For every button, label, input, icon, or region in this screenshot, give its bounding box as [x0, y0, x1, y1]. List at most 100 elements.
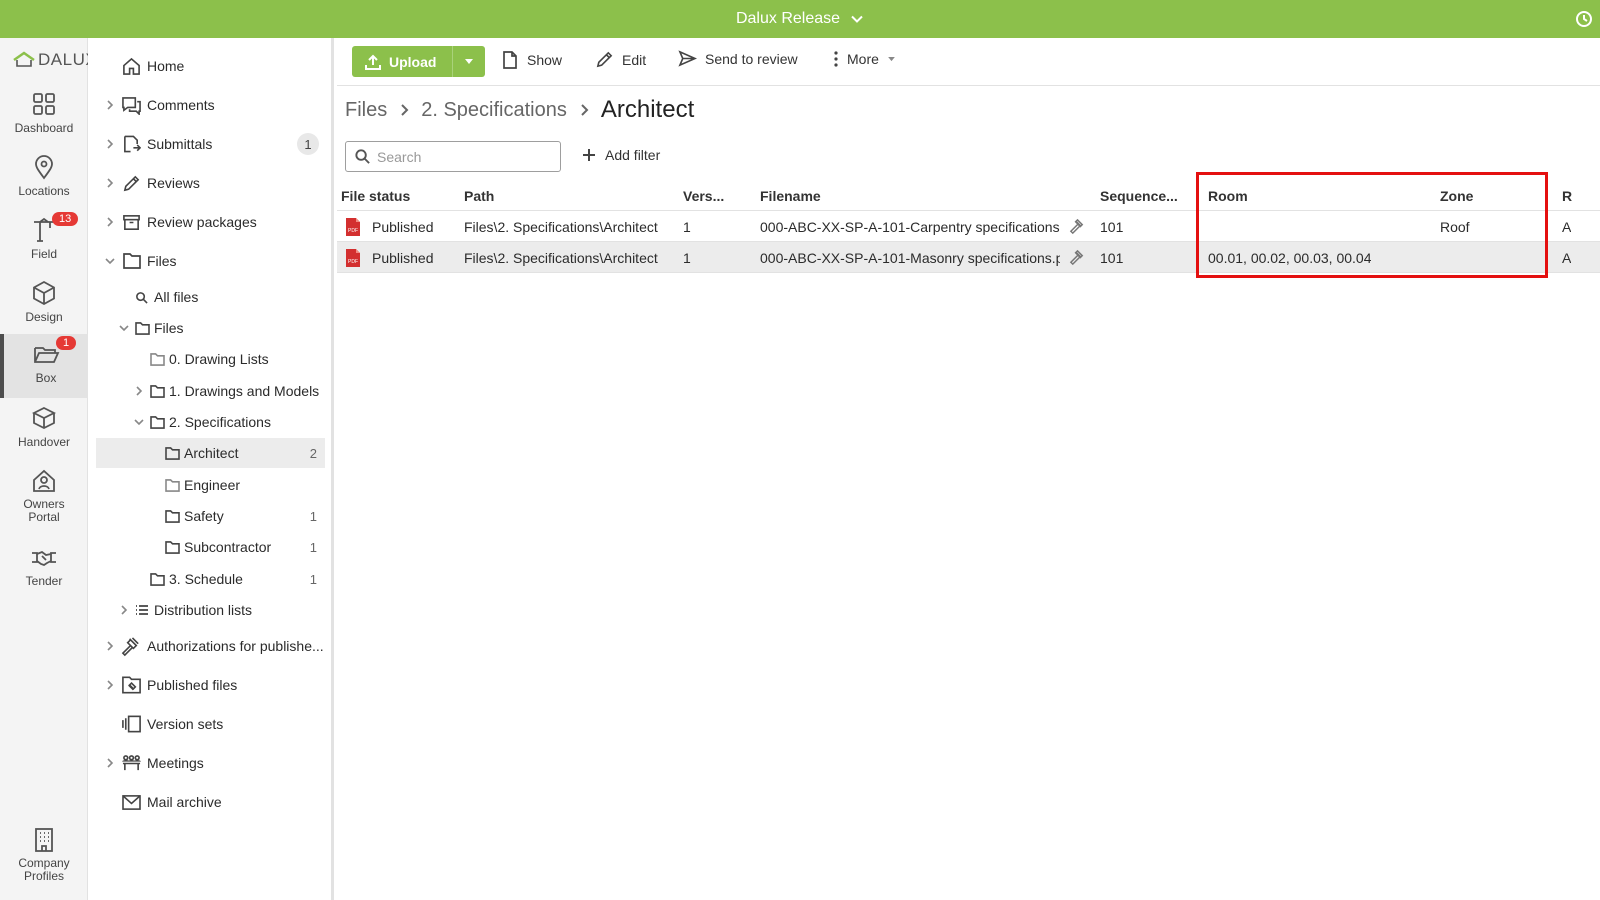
filename-cell[interactable]: 000-ABC-XX-SP-A-101-Carpentry specificat… [760, 211, 1060, 242]
send-to-review-label: Send to review [705, 50, 798, 67]
folder-tree-sidebar: Home Comments Submittals 1 Reviews Revie… [88, 38, 334, 900]
chevron-right-icon[interactable] [104, 640, 116, 652]
tree-label: Submittals [147, 136, 213, 152]
tree-label: Reviews [147, 175, 200, 191]
tree-label: Safety [184, 508, 224, 524]
tree-label: Engineer [184, 477, 241, 493]
column-header-room[interactable]: Room [1208, 180, 1248, 211]
column-header-zone[interactable]: Zone [1440, 180, 1473, 211]
hammer-icon[interactable] [1069, 249, 1086, 266]
tree-item-engineer[interactable]: Engineer [88, 470, 331, 500]
box-badge: 1 [56, 336, 77, 350]
upload-button[interactable]: Upload [352, 46, 453, 77]
tree-item-safety[interactable]: Safety 1 [88, 501, 331, 531]
send-to-review-button[interactable]: Send to review [678, 50, 798, 67]
tree-item-review-packages[interactable]: Review packages [88, 207, 331, 237]
table-header: File status Path Vers... Filename Sequen… [337, 180, 1600, 211]
submittal-document-icon [124, 135, 141, 153]
upload-dropdown-button[interactable] [452, 46, 486, 77]
search-input[interactable] [377, 148, 547, 165]
upload-split-button: Upload [352, 46, 486, 77]
history-icon[interactable] [1574, 9, 1594, 29]
column-header-version[interactable]: Vers... [683, 180, 724, 211]
tree-item-files[interactable]: Files [88, 246, 331, 276]
tree-item-drawing-lists[interactable]: 0. Drawing Lists [88, 344, 331, 374]
dalux-logo[interactable]: DALUX [12, 50, 97, 70]
chevron-right-icon[interactable] [104, 757, 116, 769]
add-filter-label: Add filter [605, 147, 661, 163]
chevron-right-icon[interactable] [104, 99, 116, 111]
location-pin-icon [35, 155, 53, 180]
submittals-count-badge: 1 [297, 133, 319, 155]
rail-item-handover[interactable]: Handover [0, 398, 88, 460]
tree-item-subcontractor[interactable]: Subcontractor 1 [88, 532, 331, 562]
tree-label: Version sets [147, 716, 224, 732]
tree-item-files-folder[interactable]: Files [88, 313, 331, 343]
tree-label: Mail archive [147, 794, 222, 810]
sequence-cell: 101 [1100, 249, 1124, 266]
folder-icon [165, 478, 180, 492]
rail-item-tender[interactable]: Tender [0, 537, 88, 599]
rail-label: Field [30, 247, 57, 261]
tree-item-distribution-lists[interactable]: Distribution lists [88, 595, 331, 625]
chevron-right-icon[interactable] [104, 216, 116, 228]
rail-item-locations[interactable]: Locations [0, 147, 88, 209]
folder-icon [150, 572, 165, 586]
tree-label: 2. Specifications [169, 414, 271, 430]
chevron-right-icon[interactable] [104, 679, 116, 691]
tree-item-all-files[interactable]: All files [88, 282, 331, 312]
tree-item-reviews[interactable]: Reviews [88, 168, 331, 198]
tree-item-submittals[interactable]: Submittals 1 [88, 129, 331, 159]
chevron-down-icon[interactable] [104, 255, 116, 267]
tree-label: Files [147, 253, 177, 269]
edit-button[interactable]: Edit [595, 50, 646, 69]
chevron-right-icon[interactable] [104, 138, 116, 150]
show-button[interactable]: Show [501, 50, 562, 70]
tree-item-drawings-and-models[interactable]: 1. Drawings and Models [88, 376, 331, 406]
rail-item-box[interactable]: 1 Box [0, 334, 88, 398]
breadcrumb-files[interactable]: Files [345, 99, 387, 122]
column-header-file-status[interactable]: File status [341, 180, 410, 211]
breadcrumb-specifications[interactable]: 2. Specifications [421, 99, 567, 122]
chevron-down-icon[interactable] [133, 416, 145, 428]
chevron-down-icon[interactable] [118, 322, 130, 334]
filename-cell[interactable]: 000-ABC-XX-SP-A-101-Masonry specificatio… [760, 242, 1060, 273]
column-header-path[interactable]: Path [464, 180, 494, 211]
tree-item-version-sets[interactable]: Version sets [88, 709, 331, 739]
path-cell: Files\2. Specifications\Architect [464, 218, 658, 235]
pencil-icon [596, 51, 613, 68]
rail-item-field[interactable]: 13 Field [0, 210, 88, 272]
tree-item-architect[interactable]: Architect 2 [96, 438, 325, 468]
tree-item-specifications[interactable]: 2. Specifications [88, 407, 331, 437]
tree-item-authorizations[interactable]: Authorizations for publishe... [88, 631, 331, 661]
tree-item-published-files[interactable]: Published files [88, 670, 331, 700]
tree-item-meetings[interactable]: Meetings [88, 748, 331, 778]
tree-item-schedule[interactable]: 3. Schedule 1 [88, 564, 331, 594]
table-row[interactable]: PDF Published Files\2. Specifications\Ar… [337, 211, 1600, 242]
hammer-icon[interactable] [1069, 218, 1086, 235]
more-button[interactable]: More [833, 50, 896, 68]
project-selector[interactable]: Dalux Release [736, 10, 864, 28]
table-row[interactable]: PDF Published Files\2. Specifications\Ar… [337, 242, 1600, 273]
house-logo-icon [13, 51, 35, 67]
chevron-right-icon[interactable] [133, 385, 145, 397]
tree-item-comments[interactable]: Comments [88, 90, 331, 120]
chevron-right-icon[interactable] [104, 177, 116, 189]
rail-label-line2: Profiles [23, 869, 64, 883]
tree-label: Subcontractor [184, 539, 272, 555]
tree-item-mail-archive[interactable]: Mail archive [88, 787, 331, 817]
svg-text:PDF: PDF [348, 259, 358, 265]
column-header-filename[interactable]: Filename [760, 180, 821, 211]
chevron-right-icon[interactable] [118, 604, 130, 616]
rail-item-company-profiles[interactable]: Company Profiles [0, 820, 88, 890]
chevron-down-icon [851, 15, 863, 23]
column-header-truncated[interactable]: R [1562, 180, 1572, 211]
rail-item-design[interactable]: Design [0, 273, 88, 335]
tree-item-home[interactable]: Home [88, 51, 331, 81]
upload-icon [365, 54, 381, 70]
column-header-sequence[interactable]: Sequence... [1100, 180, 1178, 211]
add-filter-button[interactable]: Add filter [581, 147, 660, 163]
rail-item-owners-portal[interactable]: Owners Portal [0, 461, 88, 531]
rail-label: Dashboard [14, 121, 74, 135]
rail-item-dashboard[interactable]: Dashboard [0, 84, 88, 146]
